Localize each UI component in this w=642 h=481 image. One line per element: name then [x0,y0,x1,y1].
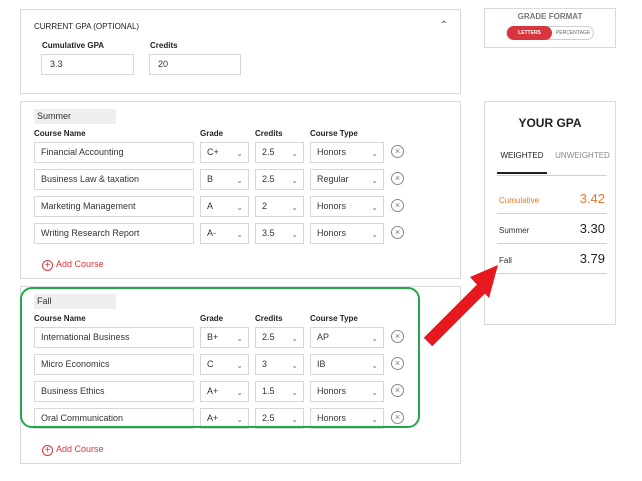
chevron-down-icon: ⌄ [371,230,378,239]
tabs-divider [497,175,607,176]
cumulative-gpa-input[interactable]: 3.3 [41,54,134,75]
add-course-label: Add Course [56,444,104,454]
grade-select[interactable]: B ⌄ [200,169,249,190]
course-type-value: Honors [317,147,347,157]
grade-select[interactable]: C+ ⌄ [200,142,249,163]
chevron-down-icon: ⌄ [291,149,298,158]
gpa-row-label: Cumulative [499,196,540,205]
percentage-option[interactable]: PERCENTAGE [552,27,594,39]
credits-select[interactable]: 3.5 ⌄ [255,223,304,244]
circle-plus-icon: + [42,445,53,456]
semester-panel-summer: Summer Course Name Grade Credits Course … [20,101,461,279]
tab-weighted-label: WEIGHTED [500,151,544,160]
gpa-row-value: 3.30 [579,221,605,236]
grade-format-toggle: LETTERS PERCENTAGE [506,26,594,40]
annotation-highlight-box [20,287,420,428]
gpa-row-fall: Fall 3.79 [497,246,607,274]
credits-select[interactable]: 2.5 ⌄ [255,169,304,190]
add-course-button[interactable]: + Add Course [42,259,104,271]
chevron-down-icon: ⌄ [291,230,298,239]
chevron-down-icon: ⌄ [236,149,243,158]
your-gpa-panel: YOUR GPA WEIGHTED UNWEIGHTED Cumulative … [484,101,616,325]
credits-label: Credits [150,41,178,50]
course-name-input[interactable]: Marketing Management [34,196,194,217]
tab-unweighted-label: UNWEIGHTED [555,151,610,160]
gpa-row-summer: Summer 3.30 [497,216,607,244]
tab-unweighted[interactable]: UNWEIGHTED [555,150,610,168]
column-header-course-type: Course Type [310,129,358,138]
gpa-row-value: 3.79 [579,251,605,266]
grade-value: A- [207,228,216,238]
credits-select[interactable]: 2.5 ⌄ [255,142,304,163]
add-course-button[interactable]: + Add Course [42,444,104,456]
course-row: Writing Research Report A- ⌄ 3.5 ⌄ Honors ⌄… [34,223,404,244]
add-course-label: Add Course [56,259,104,269]
course-type-value: Honors [317,201,347,211]
chevron-down-icon: ⌄ [291,176,298,185]
circle-x-icon[interactable]: × [391,172,404,185]
chevron-down-icon: ⌄ [371,149,378,158]
semester-title[interactable]: Summer [34,109,116,124]
gpa-row-label: Fall [499,256,512,265]
course-type-select[interactable]: Honors ⌄ [310,142,384,163]
grade-format-panel: GRADE FORMAT LETTERS PERCENTAGE [484,8,616,48]
chevron-down-icon: ⌄ [371,203,378,212]
credits-value: 2.5 [262,147,275,157]
gpa-row-value: 3.42 [579,191,605,206]
circle-x-icon[interactable]: × [391,145,404,158]
credits-input[interactable]: 20 [149,54,241,75]
your-gpa-title: YOUR GPA [518,116,582,130]
circle-x-icon[interactable]: × [391,199,404,212]
grade-format-title: GRADE FORMAT [517,12,583,21]
chevron-down-icon: ⌄ [371,176,378,185]
current-gpa-title: CURRENT GPA (OPTIONAL) [34,22,140,31]
course-type-value: Regular [317,174,349,184]
course-type-select[interactable]: Honors ⌄ [310,196,384,217]
course-name-input[interactable]: Writing Research Report [34,223,194,244]
credits-value: 3.5 [262,228,275,238]
letters-option[interactable]: LETTERS [507,26,552,40]
course-row: Marketing Management A ⌄ 2 ⌄ Honors ⌄ × [34,196,404,217]
gpa-row-cumulative: Cumulative 3.42 [497,186,607,214]
column-header-credits: Credits [255,129,283,138]
gpa-row-label: Summer [499,226,530,235]
active-tab-underline [497,172,547,174]
grade-value: C+ [207,147,219,157]
course-name-input[interactable]: Financial Accounting [34,142,194,163]
chevron-up-icon[interactable]: ⌃ [440,20,448,31]
chevron-down-icon: ⌄ [236,203,243,212]
grade-value: B [207,174,214,184]
credits-select[interactable]: 2 ⌄ [255,196,304,217]
column-header-grade: Grade [200,129,224,138]
course-type-select[interactable]: Honors ⌄ [310,223,384,244]
tab-weighted[interactable]: WEIGHTED [497,150,547,174]
circle-x-icon[interactable]: × [391,226,404,239]
column-header-course-name: Course Name [34,129,86,138]
grade-value: A [207,201,214,211]
current-gpa-panel: CURRENT GPA (OPTIONAL) ⌃ Cumulative GPA … [20,9,461,94]
circle-plus-icon: + [42,260,53,271]
course-type-value: Honors [317,228,347,238]
chevron-down-icon: ⌄ [236,230,243,239]
grade-select[interactable]: A ⌄ [200,196,249,217]
chevron-down-icon: ⌄ [291,203,298,212]
credits-value: 2 [262,201,268,211]
chevron-down-icon: ⌄ [236,176,243,185]
course-row: Financial Accounting C+ ⌄ 2.5 ⌄ Honors ⌄ × [34,142,404,163]
cumulative-gpa-label: Cumulative GPA [42,41,105,50]
grade-select[interactable]: A- ⌄ [200,223,249,244]
credits-value: 2.5 [262,174,275,184]
course-type-select[interactable]: Regular ⌄ [310,169,384,190]
course-row: Business Law & taxation B ⌄ 2.5 ⌄ Regular ⌄… [34,169,404,190]
course-name-input[interactable]: Business Law & taxation [34,169,194,190]
